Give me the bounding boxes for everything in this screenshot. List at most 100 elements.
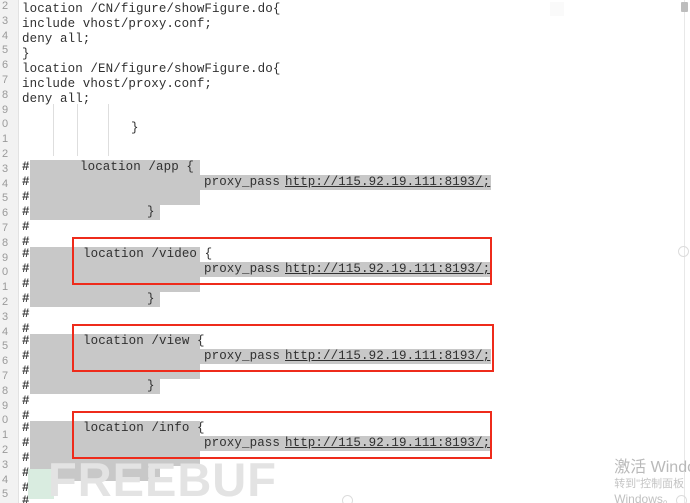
line-number: 2 (2, 0, 9, 12)
proxy-pass-url[interactable]: http://115.92.19.111:8193/; (285, 348, 490, 364)
code-line[interactable]: # proxy_pass http://115.92.19.111:8193/; (0, 436, 690, 451)
line-number-gutter: 2345678901234567890123456789012345678901… (0, 0, 19, 503)
line-number: 3 (2, 310, 9, 323)
code-line[interactable]: location /EN/figure/showFigure.do{ (0, 62, 690, 77)
code-line[interactable]: # location /info { (0, 421, 690, 436)
comment-hash: # (22, 190, 30, 204)
code-text: } (147, 205, 155, 219)
code-text: } (147, 292, 155, 306)
code-line[interactable]: deny all; (0, 32, 690, 47)
code-line[interactable]: # (0, 394, 690, 409)
selection-highlight (30, 277, 200, 292)
code-text: location /video { (83, 247, 213, 261)
code-line[interactable]: } (0, 121, 690, 136)
comment-hash: # (22, 262, 30, 276)
indent-guide (108, 104, 109, 156)
code-text: } (22, 47, 30, 61)
comment-hash: # (22, 175, 30, 189)
windows-activation-title: 激活 Windo (614, 459, 690, 476)
code-line[interactable]: # location /app { (0, 160, 690, 175)
line-number: 5 (2, 340, 9, 353)
selection-highlight (30, 292, 160, 307)
line-number: 2 (2, 296, 9, 308)
proxy-pass-url[interactable]: http://115.92.19.111:8193/; (285, 174, 490, 190)
page-handle-bottom-left (342, 495, 353, 503)
windows-activation-tail: Windows。 (614, 492, 675, 503)
line-number: 7 (2, 222, 9, 234)
line-number: 1 (2, 133, 9, 146)
line-number: 3 (2, 162, 9, 175)
code-text: proxy_pass (204, 262, 288, 276)
line-number: 8 (2, 384, 9, 397)
code-text: include vhost/proxy.conf; (22, 17, 213, 31)
vertical-scrollbar-thumb[interactable] (681, 2, 688, 12)
code-text: location /CN/figure/showFigure.do{ (22, 2, 281, 16)
proxy-pass-url[interactable]: http://115.92.19.111:8193/; (285, 261, 490, 277)
code-text: location /view { (83, 334, 205, 348)
comment-hash: # (22, 292, 30, 306)
code-text: location /info { (83, 421, 205, 435)
comment-hash: # (22, 421, 30, 435)
comment-hash: # (22, 307, 30, 321)
selection-highlight (30, 205, 160, 220)
code-line[interactable]: # (0, 277, 690, 292)
line-number: 3 (2, 458, 9, 471)
comment-hash: # (22, 364, 30, 378)
code-line[interactable] (0, 136, 690, 151)
selection-highlight (30, 436, 200, 451)
code-text: } (131, 121, 139, 135)
code-line[interactable]: deny all; (0, 92, 690, 107)
code-line[interactable]: # proxy_pass http://115.92.19.111:8193/; (0, 262, 690, 277)
line-number: 6 (2, 207, 9, 220)
code-line[interactable]: include vhost/proxy.conf; (0, 17, 690, 32)
indent-guide (53, 104, 54, 156)
line-number: 4 (2, 325, 9, 338)
windows-activation-sub: 转到"控制面板 (614, 478, 685, 490)
code-line[interactable]: # location /video { (0, 247, 690, 262)
code-text: proxy_pass (204, 349, 288, 363)
code-line[interactable]: # (0, 190, 690, 205)
line-number: 0 (2, 266, 9, 279)
code-text: proxy_pass (204, 436, 288, 450)
line-number: 0 (2, 118, 9, 131)
code-line[interactable]: #} (0, 379, 690, 394)
code-line[interactable]: location /CN/figure/showFigure.do{ (0, 2, 690, 17)
line-number: 6 (2, 59, 9, 72)
code-line[interactable]: } (0, 47, 690, 62)
line-number: 8 (2, 236, 9, 249)
line-number: 1 (2, 429, 9, 442)
proxy-pass-url[interactable]: http://115.92.19.111:8193/; (285, 435, 490, 451)
page-handle-middle-right (678, 246, 689, 257)
line-number: 5 (2, 44, 9, 57)
code-line[interactable]: #} (0, 292, 690, 307)
line-number: 4 (2, 29, 9, 42)
line-number: 9 (2, 103, 9, 116)
code-line[interactable]: include vhost/proxy.conf; (0, 77, 690, 92)
comment-hash: # (22, 379, 30, 393)
code-line[interactable]: # proxy_pass http://115.92.19.111:8193/; (0, 175, 690, 190)
line-number: 5 (2, 192, 9, 205)
code-line[interactable] (0, 107, 690, 122)
code-area[interactable]: location /CN/figure/showFigure.do{includ… (0, 0, 690, 503)
code-line[interactable]: # (0, 307, 690, 322)
line-number: 9 (2, 399, 9, 412)
selection-highlight (30, 262, 200, 277)
code-line[interactable]: # location /view { (0, 334, 690, 349)
code-line[interactable]: # (0, 220, 690, 235)
line-number: 9 (2, 251, 9, 264)
comment-hash: # (22, 277, 30, 291)
code-line[interactable]: #} (0, 205, 690, 220)
code-text: include vhost/proxy.conf; (22, 77, 213, 91)
windows-activation-watermark: 激活 Windo 转到"控制面板 Windows。 (614, 458, 690, 503)
code-line[interactable]: # (0, 364, 690, 379)
comment-hash: # (22, 247, 30, 261)
line-number: 4 (2, 473, 9, 486)
selection-highlight (30, 175, 200, 190)
line-number: 4 (2, 177, 9, 190)
comment-hash: # (22, 394, 30, 408)
selection-highlight (30, 190, 200, 205)
code-line[interactable]: # proxy_pass http://115.92.19.111:8193/; (0, 349, 690, 364)
line-number: 2 (2, 148, 9, 160)
line-number: 5 (2, 488, 9, 501)
line-number: 1 (2, 281, 9, 294)
